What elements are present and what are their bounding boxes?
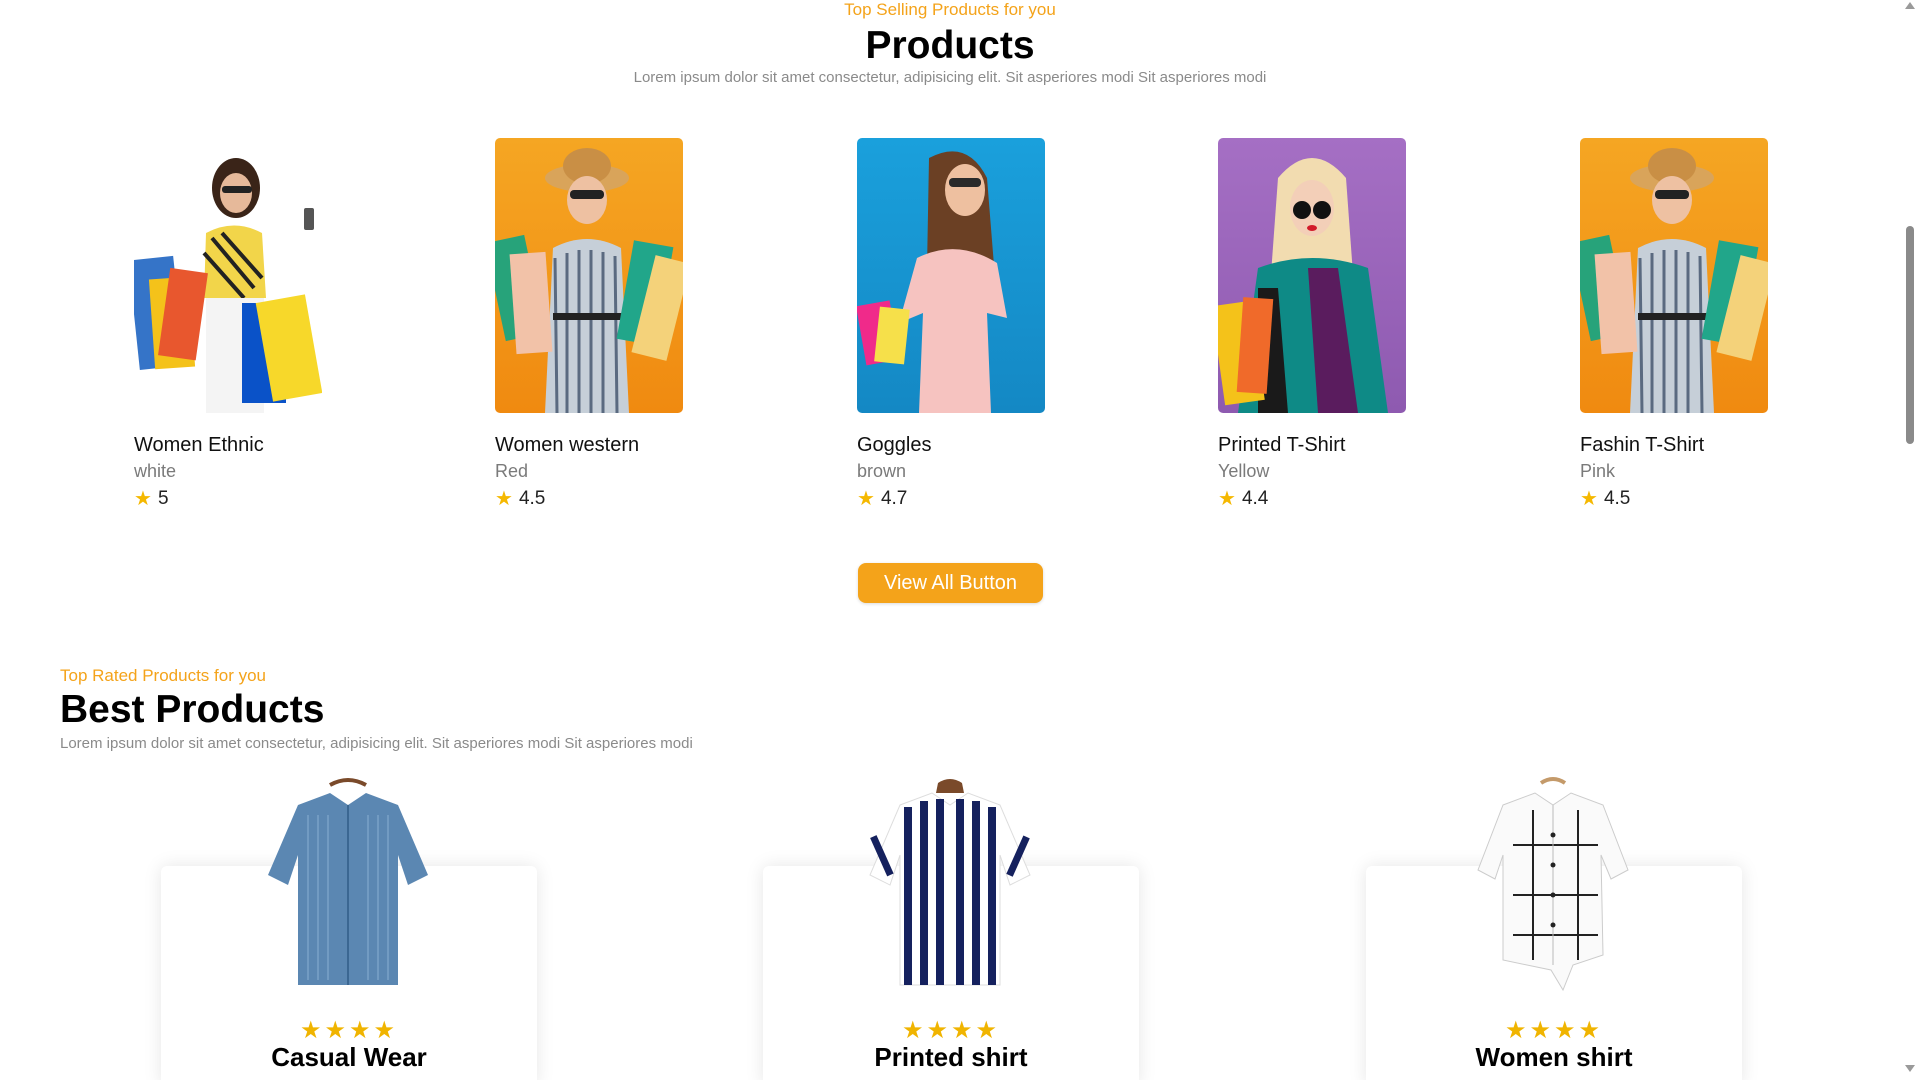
product-rating: ★ 4.7	[857, 488, 907, 510]
product-card[interactable]: Women western Red ★ 4.5	[495, 138, 683, 509]
product-rating: ★ 4.4	[1218, 488, 1268, 510]
product-rating: ★ 4.5	[495, 488, 545, 510]
product-image[interactable]	[1580, 138, 1768, 413]
star-icon: ★	[495, 488, 513, 510]
product-color: Pink	[1580, 461, 1616, 481]
product-rating: ★ 5	[134, 488, 169, 510]
product-rating-value: 4.7	[880, 488, 908, 509]
product-name[interactable]: Fashin T-Shirt	[1580, 434, 1704, 457]
best-product-name[interactable]: Casual Wear	[161, 1042, 537, 1073]
star-icon: ★	[1218, 488, 1236, 510]
product-image[interactable]	[1218, 138, 1406, 413]
product-rating-value: 5	[157, 488, 169, 509]
best-tagline: Top Rated Products for you	[60, 666, 267, 685]
product-rating-value: 4.4	[1241, 488, 1269, 509]
scrollbar[interactable]	[1900, 0, 1920, 1080]
page: Top Selling Products for you Products Lo…	[0, 0, 1900, 1080]
product-rating-value: 4.5	[1603, 488, 1631, 509]
product-color: white	[134, 461, 177, 481]
products-description: Lorem ipsum dolor sit amet consectetur, …	[633, 69, 1267, 86]
chevron-up-icon[interactable]	[1905, 2, 1915, 9]
product-image[interactable]	[857, 138, 1045, 413]
best-product-stars: ★★★★	[299, 1017, 399, 1044]
products-title: Products	[865, 24, 1035, 67]
product-color: brown	[857, 461, 907, 481]
product-name[interactable]: Goggles	[857, 434, 932, 457]
star-icon: ★	[857, 488, 875, 510]
best-product-name[interactable]: Printed shirt	[763, 1042, 1139, 1073]
product-color: Yellow	[1218, 461, 1270, 481]
product-card[interactable]: Printed T-Shirt Yellow ★ 4.4	[1218, 138, 1406, 509]
product-color: Red	[495, 461, 529, 481]
best-product-image[interactable]	[1463, 775, 1643, 995]
best-product-image[interactable]	[258, 775, 438, 995]
products-description-wrap: Lorem ipsum dolor sit amet consectetur, …	[0, 69, 1900, 86]
best-product-name[interactable]: Women shirt	[1366, 1042, 1742, 1073]
star-icon: ★	[134, 488, 152, 510]
product-image[interactable]	[495, 138, 683, 413]
product-name[interactable]: Women western	[495, 434, 639, 457]
product-card[interactable]: Goggles brown ★ 4.7	[857, 138, 1045, 509]
product-card[interactable]: Fashin T-Shirt Pink ★ 4.5	[1580, 138, 1768, 509]
product-image[interactable]	[134, 138, 322, 413]
product-name[interactable]: Women Ethnic	[134, 434, 264, 457]
product-rating: ★ 4.5	[1580, 488, 1630, 510]
product-name[interactable]: Printed T-Shirt	[1218, 434, 1345, 457]
chevron-down-icon[interactable]	[1905, 1065, 1915, 1072]
best-product-image[interactable]	[860, 775, 1040, 995]
products-header: Top Selling Products for you	[0, 0, 1900, 20]
product-rating-value: 4.5	[518, 488, 546, 509]
best-description: Lorem ipsum dolor sit amet consectetur, …	[60, 735, 693, 752]
best-product-stars: ★★★★	[901, 1017, 1001, 1044]
best-title: Best Products	[60, 688, 325, 731]
products-title-wrap: Products	[0, 24, 1900, 68]
best-product-stars: ★★★★	[1504, 1017, 1604, 1044]
scrollbar-thumb[interactable]	[1906, 226, 1914, 444]
product-card[interactable]: Women Ethnic white ★ 5	[134, 138, 322, 509]
products-tagline: Top Selling Products for you	[844, 0, 1056, 19]
star-icon: ★	[1580, 488, 1598, 510]
view-all-button[interactable]: View All Button	[858, 563, 1043, 603]
